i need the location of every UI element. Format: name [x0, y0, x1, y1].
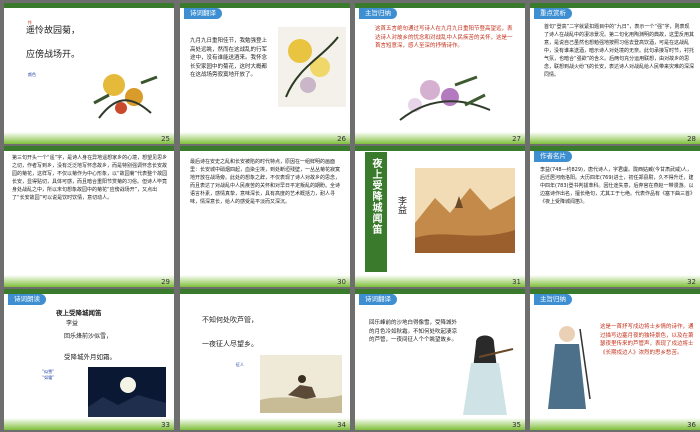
slide-number: 30	[337, 278, 346, 286]
slide-footer: 34	[180, 418, 350, 430]
slide-thumbnail-34[interactable]: 不知何处吹芦管， 一夜征人尽望乡。 征人 34	[180, 289, 350, 430]
slide-footer: 32	[530, 275, 700, 287]
slide-number: 33	[161, 421, 170, 429]
horseman-painting	[260, 355, 342, 413]
section-tag: 作者名片	[534, 151, 572, 162]
moonlit-night-painting	[88, 367, 166, 417]
slide-thumbnail-35[interactable]: 诗词翻译 回乐峰前的沙地白得像雪，受降城外的月色冷如秋霜。不知何处吹起凄凉的芦管…	[355, 289, 525, 430]
chrysanthemum-painting	[93, 74, 158, 119]
summary-text: 这是一首抒写戍边将士乡情的诗作，通过描写边塞月夜的独特景色，以及在萧瑟夜里传来的…	[600, 324, 694, 356]
slide-footer: 26	[180, 132, 350, 144]
slide-number: 25	[161, 135, 170, 143]
slide-footer: 29	[4, 275, 174, 287]
section-tag: 主旨归纳	[359, 8, 397, 19]
flute-player-painting	[463, 335, 514, 415]
slide-thumbnail-31[interactable]: 夜上受降城闻笛 李益 31	[355, 146, 525, 287]
poem-line-1: 遥怜故园菊，	[26, 26, 81, 36]
poem-line-2: 应傍战场开。	[26, 50, 81, 60]
author-bio-text: 李益(748—约829)，唐代诗人，字君虞。陇西姑臧(今甘肃武威)人，后迁居河南…	[540, 167, 696, 205]
section-tag: 诗词朗读	[8, 294, 46, 305]
slide-footer: 35	[355, 418, 525, 430]
slide-number: 36	[687, 421, 696, 429]
slide-sorter-grid: 怜 遥怜故园菊， 应傍战场开。 颜色 25 诗词翻译 九月九日重阳佳节，我勉强登…	[0, 0, 700, 432]
slide-number: 31	[512, 278, 521, 286]
desert-landscape-painting	[415, 168, 515, 253]
poem-line-2: 受降城外月如霜。	[64, 353, 116, 361]
slide-footer: 33	[4, 418, 174, 430]
soldier-painting	[548, 326, 591, 409]
top-band	[180, 289, 350, 294]
section-tag: 诗词翻译	[184, 8, 222, 19]
section-tag: 重点赏析	[534, 8, 572, 19]
slide-number: 35	[512, 421, 521, 429]
slide-footer: 27	[355, 132, 525, 144]
slide-footer: 28	[530, 132, 700, 144]
annotation-note: 征人	[236, 362, 244, 367]
slide-number: 32	[687, 278, 696, 286]
slide-thumbnail-27[interactable]: 主旨归纳 这首五言绝句通过写诗人在九月九日重阳节登高望远，表达诗人对故乡的忧念和…	[355, 3, 525, 144]
annotation-note-1: “似雪”	[42, 369, 55, 374]
slide-thumbnail-26[interactable]: 诗词翻译 九月九日重阳佳节，我勉强登上高处远眺，然而在这战乱的行军途中，没有谁能…	[180, 3, 350, 144]
poem-line-2: 一夜征人尽望乡。	[202, 340, 258, 348]
annotation-note-2: “如霜”	[42, 375, 55, 380]
section-tag: 诗词翻译	[359, 294, 397, 305]
poem-author: 李益	[66, 320, 79, 327]
slide-thumbnail-28[interactable]: 重点赏析 首句“登高”二字就紧扣题目中的“九日”，表示一个“强”字，则表现了诗人…	[530, 3, 700, 144]
poem-author: 李益	[396, 196, 406, 214]
slide-footer: 31	[355, 275, 525, 287]
slide-footer: 36	[530, 418, 700, 430]
slide-number: 27	[512, 135, 521, 143]
slide-thumbnail-25[interactable]: 怜 遥怜故园菊， 应傍战场开。 颜色 25	[4, 3, 174, 144]
slide-thumbnail-33[interactable]: 诗词朗读 夜上受降城闻笛 李益 回乐烽前沙似雪， 受降城外月如霜。 “似雪” “…	[4, 289, 174, 430]
slide-thumbnail-32[interactable]: 作者名片 李益(748—约829)，唐代诗人，字君虞。陇西姑臧(今甘肃武威)人，…	[530, 146, 700, 287]
analysis-text: 首句“登高”二字就紧扣题目中的“九日”，表示一个“强”字，则表现了诗人在战乱中的…	[544, 24, 694, 78]
top-band	[4, 146, 174, 151]
slide-number: 26	[337, 135, 346, 143]
section-tag: 主旨归纳	[534, 294, 572, 305]
translation-text: 九月九日重阳佳节，我勉强登上高处远眺，然而在这战乱的行军途中，没有谁能送酒来。我…	[190, 38, 268, 78]
analysis-text: 第三句开头一个“遥”字，是诗人身在异地遥想家乡的心境，想望见思乡之切，作者写到乡…	[12, 155, 168, 201]
poem-title: 夜上受降城闻笛	[370, 158, 381, 235]
poem-line-1: 回乐烽前沙似雪，	[64, 333, 113, 340]
annotation-note: 颜色	[28, 72, 36, 77]
slide-number: 28	[687, 135, 696, 143]
slide-thumbnail-29[interactable]: 第三句开头一个“遥”字，是诗人身在异地遥想家乡的心境，想望见思乡之切，作者写到乡…	[4, 146, 174, 287]
slide-thumbnail-30[interactable]: 最后诗在安史之乱和长安被陷的时代特点，原因在一组鲜明的画面里：长安城中硝烟四起，…	[180, 146, 350, 287]
translation-text: 回乐峰前的沙地白得像雪，受降城外的月色冷如秋霜。不知何处吹起凄凉的芦管，一夜间征…	[369, 320, 458, 343]
slide-footer: 25	[4, 132, 174, 144]
poem-heading: 夜上受降城闻笛	[56, 309, 102, 317]
slide-thumbnail-36[interactable]: 主旨归纳 这是一首抒写戍边将士乡情的诗作，通过描写边塞月夜的独特景色，以及在萧瑟…	[530, 289, 700, 430]
top-band	[355, 146, 525, 151]
slide-footer: 30	[180, 275, 350, 287]
slide-number: 29	[161, 278, 170, 286]
chrysanthemum-painting	[278, 27, 346, 107]
analysis-text: 最后诗在安史之乱和长安被陷的时代特点，原因在一组鲜明的画面里：长安城中硝烟四起，…	[190, 159, 341, 205]
slide-number: 34	[337, 421, 346, 429]
top-band	[4, 3, 174, 8]
chrysanthemum-painting	[399, 75, 491, 121]
top-band	[180, 146, 350, 151]
poem-line-1: 不知何处吹芦管，	[202, 316, 258, 324]
summary-text: 这首五言绝句通过写诗人在九月九日重阳节登高望远，表达诗人对故乡的忧念和对战乱中人…	[375, 26, 513, 49]
